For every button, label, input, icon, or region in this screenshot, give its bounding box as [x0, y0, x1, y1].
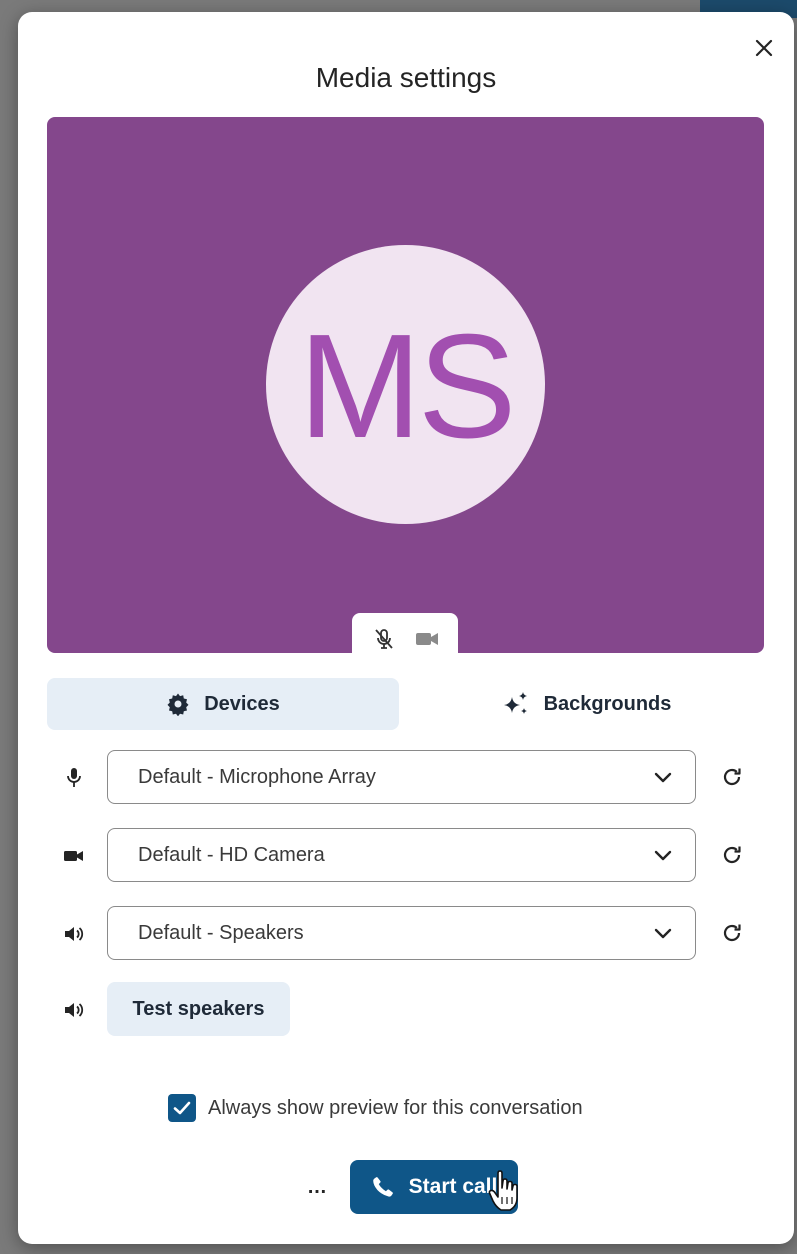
tab-backgrounds[interactable]: Backgrounds [409, 678, 764, 730]
refresh-speaker-button[interactable] [719, 920, 745, 946]
camera-row: Default - HD Camera [47, 828, 764, 882]
more-options-button[interactable]: … [300, 1170, 334, 1204]
refresh-microphone-button[interactable] [719, 764, 745, 790]
microphone-select-value: Default - Microphone Array [138, 765, 376, 788]
sparkle-icon [502, 691, 530, 717]
media-settings-dialog: Media settings MS Devices Backgrounds De… [18, 12, 794, 1244]
refresh-camera-button[interactable] [719, 842, 745, 868]
hand-cursor-icon [488, 1170, 518, 1211]
gear-icon [166, 692, 190, 716]
close-icon [755, 39, 773, 57]
refresh-icon [723, 846, 741, 864]
video-preview: MS [47, 117, 764, 665]
mic-off-icon [374, 629, 393, 649]
start-call-label: Start call [408, 1175, 498, 1198]
dialog-footer: … Start call [18, 1160, 794, 1214]
camera-off-icon [415, 633, 438, 645]
camera-select[interactable]: Default - HD Camera [107, 828, 696, 882]
checkmark-icon [173, 1101, 191, 1115]
speaker-row: Default - Speakers [47, 906, 764, 960]
microphone-select[interactable]: Default - Microphone Array [107, 750, 696, 804]
speaker-select-value: Default - Speakers [138, 921, 304, 944]
refresh-icon [723, 768, 741, 786]
chevron-down-icon [654, 928, 672, 939]
camera-icon [61, 843, 87, 869]
avatar-initials: MS [298, 303, 517, 469]
tab-devices[interactable]: Devices [47, 678, 399, 730]
always-show-preview-option: Always show preview for this conversatio… [168, 1092, 583, 1124]
microphone-row: Default - Microphone Array [47, 750, 764, 804]
media-toggles [352, 613, 458, 665]
camera-toggle-button[interactable] [411, 623, 443, 655]
chevron-down-icon [654, 772, 672, 783]
speaker-icon [61, 997, 87, 1023]
dialog-title: Media settings [315, 62, 497, 93]
test-speakers-button[interactable]: Test speakers [107, 982, 290, 1036]
always-show-preview-checkbox[interactable] [168, 1094, 196, 1122]
camera-select-value: Default - HD Camera [138, 843, 325, 866]
tab-devices-label: Devices [204, 692, 280, 715]
microphone-icon [61, 765, 87, 791]
settings-tabs: Devices Backgrounds [47, 678, 764, 730]
speaker-icon [61, 921, 87, 947]
close-button[interactable] [752, 36, 776, 60]
speaker-select[interactable]: Default - Speakers [107, 906, 696, 960]
mic-toggle-button[interactable] [368, 623, 400, 655]
refresh-icon [723, 924, 741, 942]
always-show-preview-label: Always show preview for this conversatio… [208, 1096, 583, 1119]
test-speakers-row: Test speakers [47, 982, 764, 1036]
chevron-down-icon [654, 850, 672, 861]
avatar: MS [266, 245, 545, 524]
more-icon: … [307, 1175, 327, 1198]
tab-backgrounds-label: Backgrounds [543, 692, 672, 715]
phone-icon [371, 1175, 395, 1199]
